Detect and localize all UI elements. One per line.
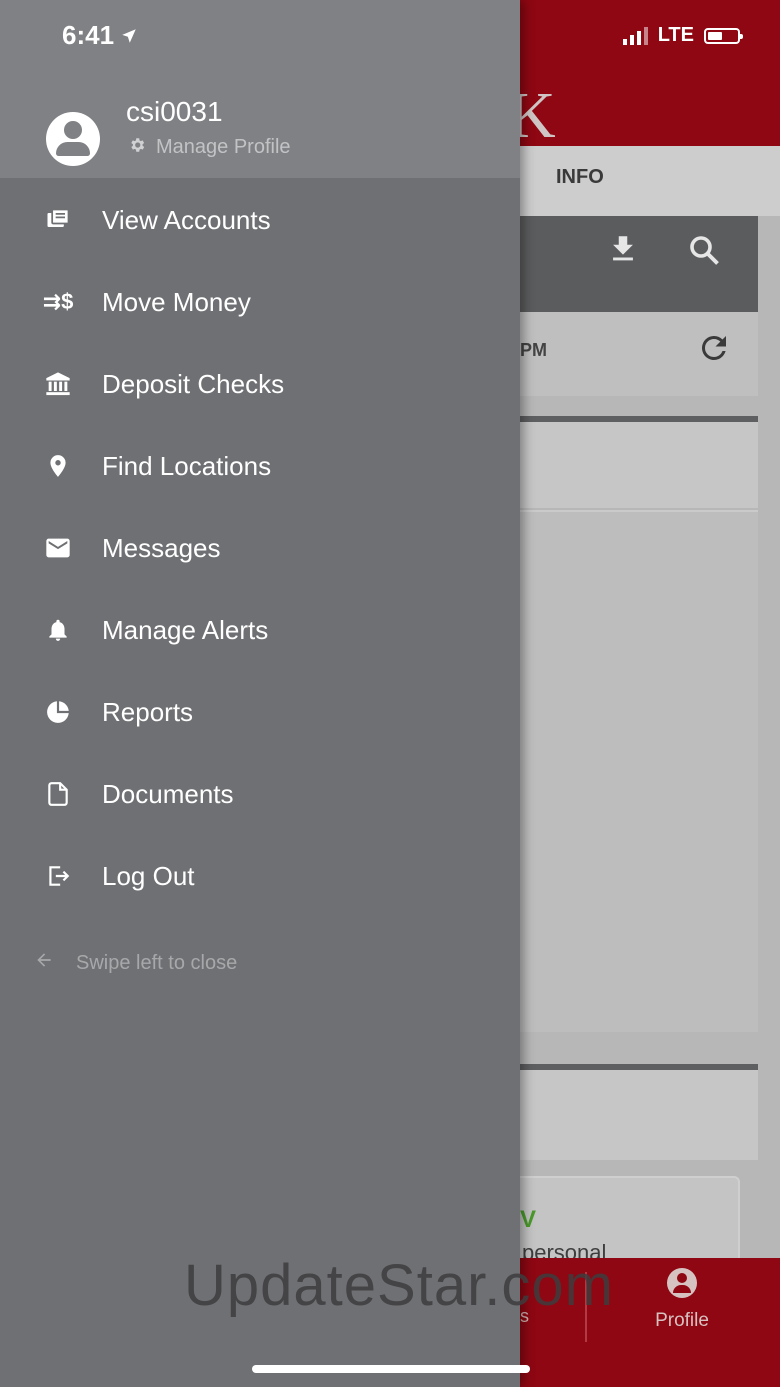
menu-label: Manage Alerts [102, 614, 269, 645]
menu-label: Messages [102, 532, 221, 563]
account-check: V [520, 1206, 537, 1233]
menu-label: Reports [102, 696, 194, 727]
mail-icon [42, 532, 74, 564]
menu-label: Find Locations [102, 450, 272, 481]
accounts-icon [42, 204, 74, 236]
menu-label: Deposit Checks [102, 368, 285, 399]
menu-item-log-out[interactable]: Log Out [0, 846, 520, 906]
signal-icon [622, 26, 648, 45]
menu-label: Move Money [102, 286, 251, 317]
status-indicators: LTE [622, 24, 743, 47]
location-pin-icon [42, 450, 74, 482]
menu-item-move-money[interactable]: ⇉$ Move Money [0, 272, 520, 332]
menu-item-reports[interactable]: Reports [0, 682, 520, 742]
watermark: UpdateStar.com [184, 1253, 614, 1318]
manage-profile-link[interactable]: Manage Profile [128, 136, 291, 159]
pie-chart-icon [42, 696, 74, 728]
profile-icon [667, 1268, 697, 1298]
menu-item-find-locations[interactable]: Find Locations [0, 436, 520, 496]
tab-info[interactable]: INFO [556, 166, 604, 189]
manage-profile-label: Manage Profile [156, 136, 291, 158]
arrow-left-icon [34, 950, 54, 976]
refresh-icon[interactable] [696, 330, 732, 375]
menu-item-documents[interactable]: Documents [0, 764, 520, 824]
gear-icon [128, 136, 146, 159]
menu-label: View Accounts [102, 204, 271, 235]
nav-profile-label: Profile [655, 1310, 709, 1331]
menu-label: Documents [102, 778, 234, 809]
nav-profile[interactable]: Profile [640, 1268, 724, 1332]
location-arrow-icon [122, 28, 136, 43]
battery-icon [704, 27, 743, 44]
menu-item-messages[interactable]: Messages [0, 518, 520, 578]
avatar-icon[interactable] [46, 112, 100, 166]
swipe-hint-label: Swipe left to close [76, 951, 238, 974]
download-icon[interactable] [606, 232, 640, 272]
network-label: LTE [657, 24, 694, 46]
clock: 6:41 [62, 20, 115, 50]
search-icon[interactable] [686, 232, 722, 274]
menu-label: Log Out [102, 860, 195, 891]
home-indicator[interactable] [252, 1365, 530, 1373]
menu-item-view-accounts[interactable]: View Accounts [0, 190, 520, 250]
transfer-icon: ⇉$ [42, 289, 74, 314]
bell-icon [42, 614, 74, 646]
side-drawer: 6:41 csi0031 Manage Profile View Account… [0, 0, 520, 1387]
document-icon [42, 778, 74, 810]
menu-item-manage-alerts[interactable]: Manage Alerts [0, 600, 520, 660]
logout-icon [42, 860, 74, 892]
sync-time: PM [520, 340, 547, 360]
status-time: 6:41 [62, 20, 138, 51]
menu-item-deposit-checks[interactable]: Deposit Checks [0, 354, 520, 414]
username: csi0031 [126, 96, 223, 127]
swipe-hint: Swipe left to close [34, 950, 237, 976]
bank-icon [42, 368, 74, 400]
